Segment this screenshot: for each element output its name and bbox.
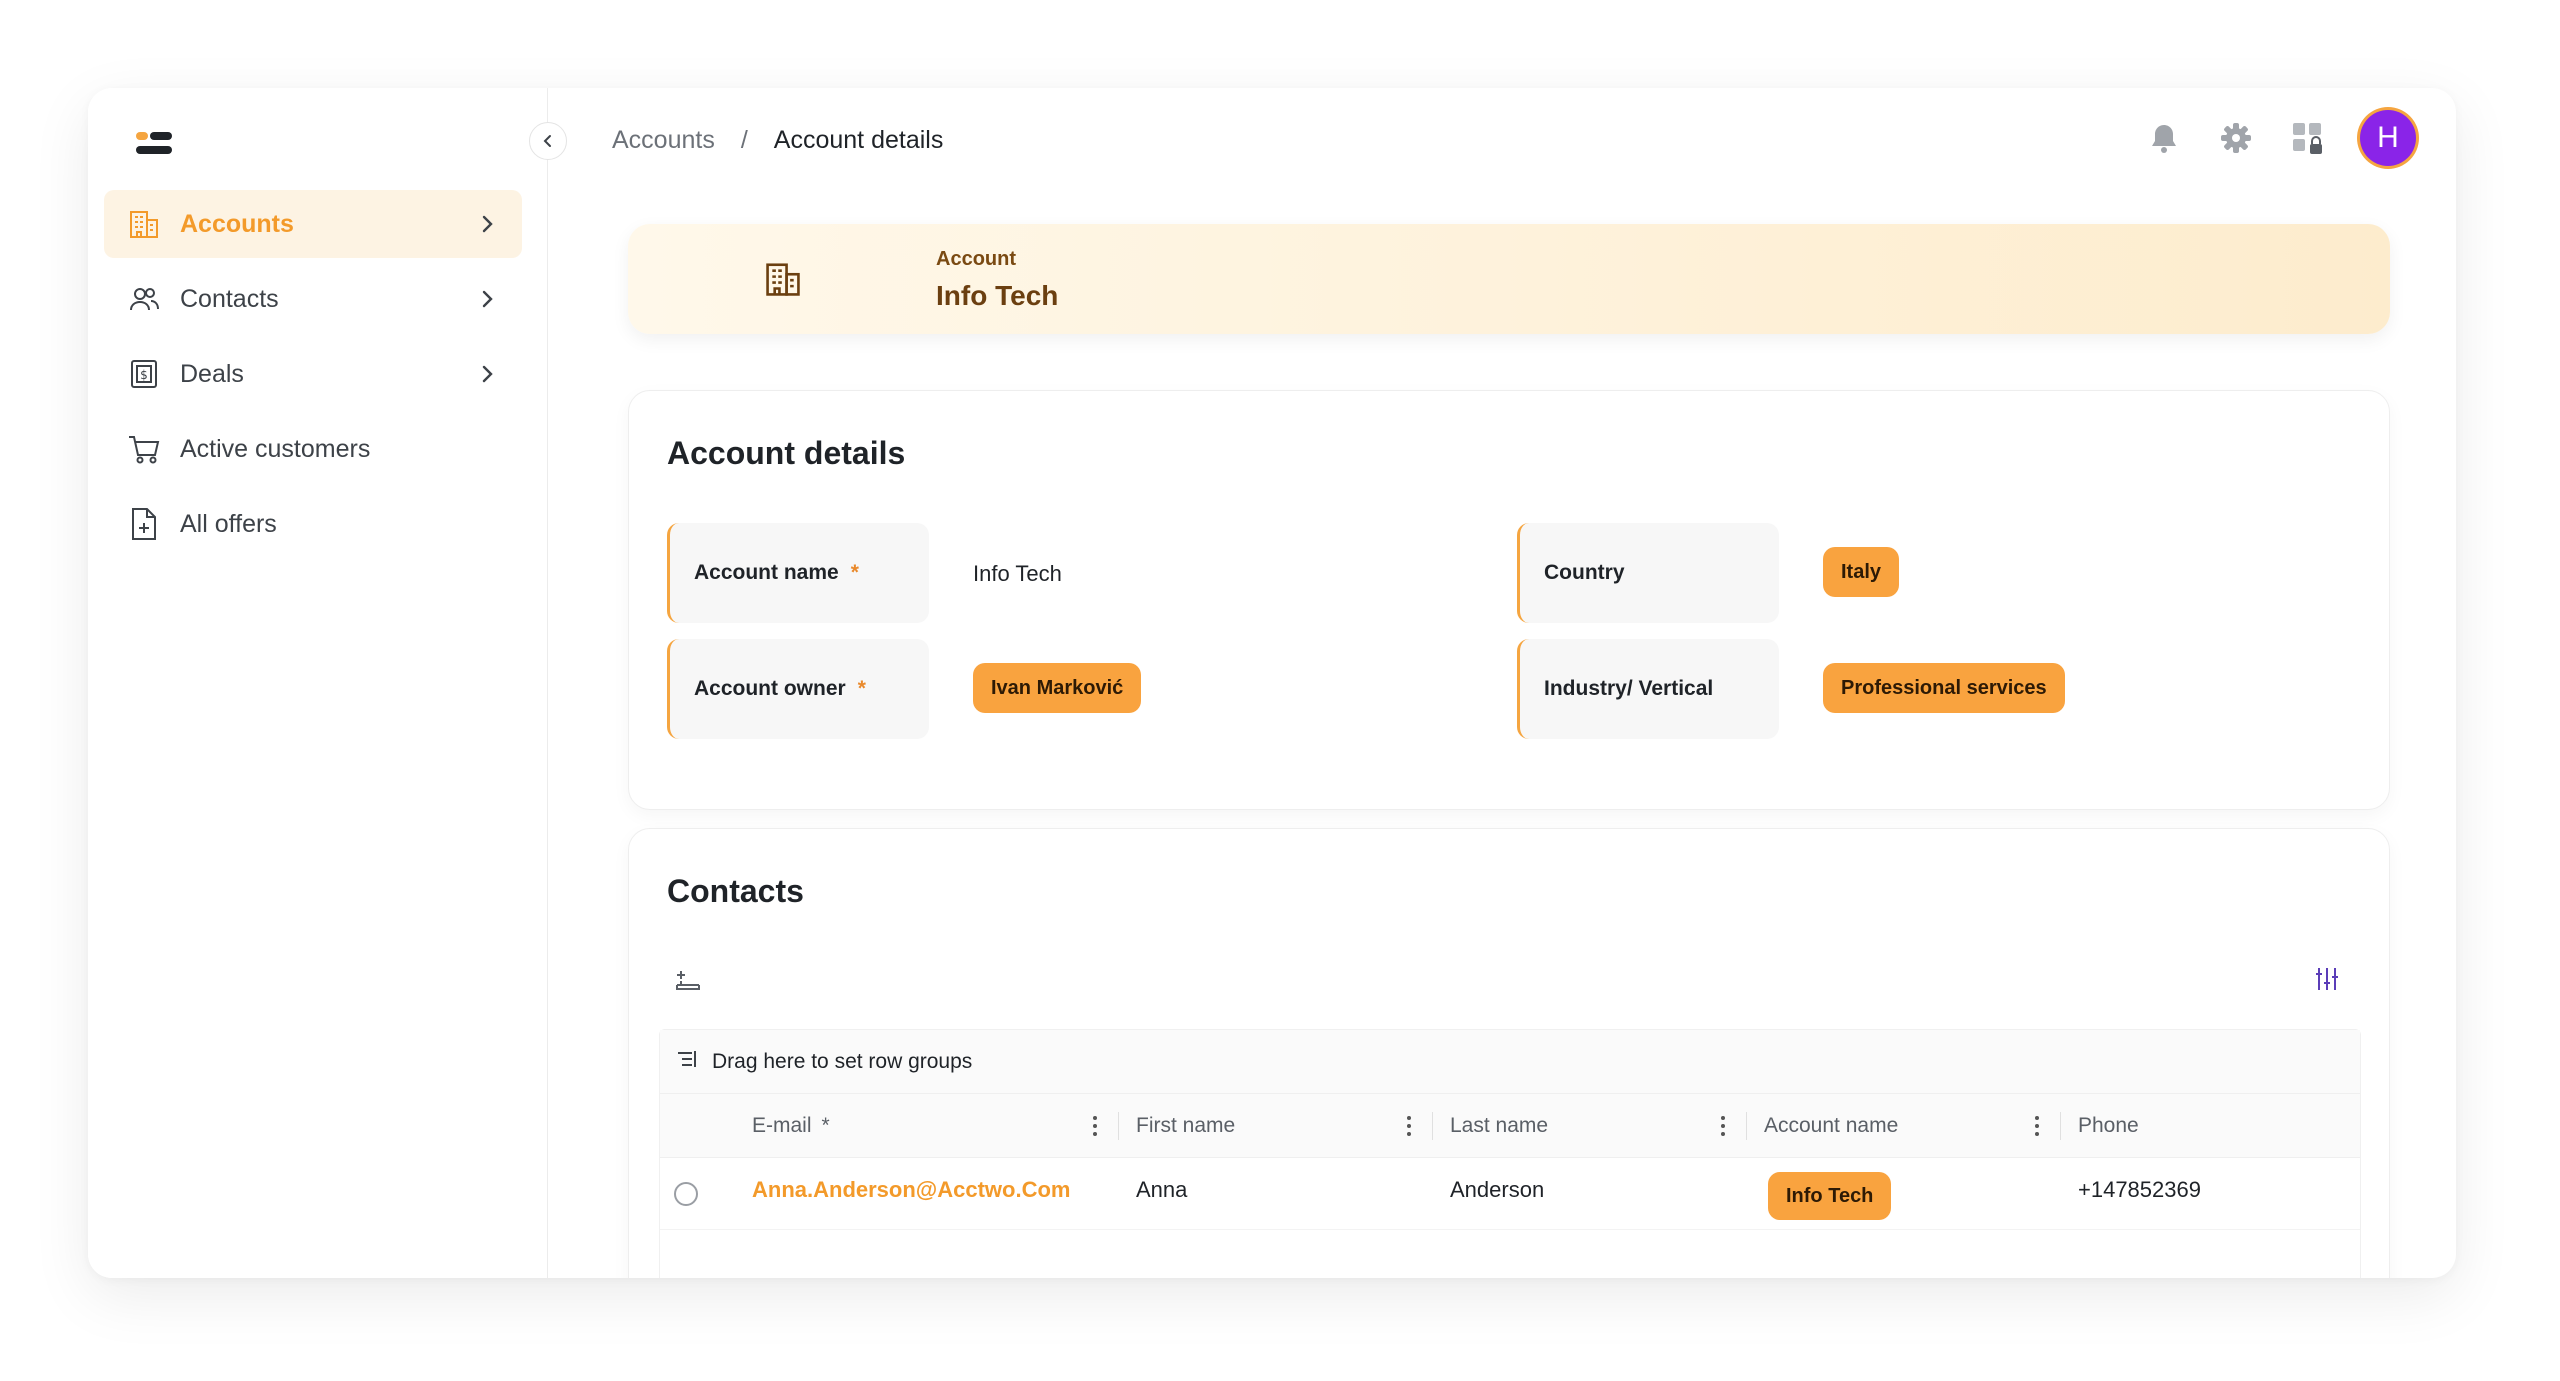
- app-logo[interactable]: [136, 132, 176, 160]
- account-owner-chip[interactable]: Ivan Marković: [973, 663, 1142, 713]
- chevron-right-icon: [476, 287, 500, 311]
- contacts-title: Contacts: [667, 873, 804, 909]
- sidebar-item-label: Contacts: [180, 284, 279, 313]
- topbar-actions: H: [2144, 110, 2416, 166]
- breadcrumb-current: Account details: [773, 126, 944, 154]
- contact-last-name: Anderson: [1450, 1177, 1545, 1202]
- sidebar: Accounts Contacts $ Deals Active custome…: [88, 88, 548, 1278]
- contacts-card: Contacts Drag here to set row groups E-m…: [628, 828, 2390, 1278]
- country-chip[interactable]: Italy: [1823, 547, 1900, 597]
- account-name-label: Account name *: [667, 523, 929, 623]
- column-settings-icon[interactable]: [2313, 965, 2341, 998]
- column-menu-icon[interactable]: [1092, 1116, 1098, 1138]
- banner-title: Info Tech: [936, 280, 1059, 311]
- chevron-right-icon: [476, 362, 500, 386]
- users-icon: [126, 281, 162, 317]
- app-window: Accounts Contacts $ Deals Active custome…: [88, 88, 2456, 1278]
- account-details-card: Account details Account name * Info Tech …: [628, 390, 2390, 810]
- sidebar-item-deals[interactable]: $ Deals: [104, 340, 522, 408]
- row-group-icon: [676, 1049, 698, 1075]
- country-label: Country: [1517, 523, 1779, 623]
- sidebar-item-all-offers[interactable]: All offers: [104, 490, 522, 558]
- column-header-last-name[interactable]: Last name: [1450, 1094, 1548, 1158]
- sidebar-nav: Accounts Contacts $ Deals Active custome…: [104, 190, 522, 565]
- sidebar-item-label: Accounts: [180, 209, 294, 238]
- column-menu-icon[interactable]: [2034, 1116, 2040, 1138]
- bell-icon[interactable]: [2144, 118, 2184, 158]
- account-details-title: Account details: [667, 435, 906, 471]
- sidebar-item-active-customers[interactable]: Active customers: [104, 415, 522, 483]
- breadcrumb: Accounts / Account details: [612, 126, 943, 155]
- column-menu-icon[interactable]: [1406, 1116, 1412, 1138]
- add-row-icon[interactable]: [673, 967, 703, 998]
- row-group-hint: Drag here to set row groups: [712, 1049, 973, 1073]
- grid-header-row: E-mail * First name Last name Account nam…: [660, 1094, 2360, 1158]
- sidebar-item-label: Deals: [180, 359, 244, 388]
- account-owner-label: Account owner *: [667, 639, 929, 739]
- contact-phone: +147852369: [2078, 1177, 2201, 1202]
- gear-icon[interactable]: [2216, 118, 2256, 158]
- column-header-first-name[interactable]: First name: [1136, 1094, 1235, 1158]
- building-icon: [764, 260, 802, 303]
- industry-label: Industry/ Vertical: [1517, 639, 1779, 739]
- industry-chip[interactable]: Professional services: [1823, 663, 2065, 713]
- apps-lock-icon[interactable]: [2288, 118, 2328, 158]
- contact-first-name: Anna: [1136, 1177, 1188, 1202]
- svg-text:$: $: [140, 368, 148, 382]
- chevron-left-icon: [543, 135, 551, 147]
- cart-icon: [126, 431, 162, 467]
- table-row[interactable]: Anna.Anderson@Acctwo.Com Anna Anderson I…: [660, 1158, 2360, 1230]
- building-icon: [126, 206, 162, 242]
- column-header-account-name[interactable]: Account name: [1764, 1094, 1898, 1158]
- breadcrumb-accounts-link[interactable]: Accounts: [612, 126, 715, 155]
- sidebar-item-contacts[interactable]: Contacts: [104, 265, 522, 333]
- sidebar-item-accounts[interactable]: Accounts: [104, 190, 522, 258]
- collapse-sidebar-button[interactable]: [529, 122, 567, 160]
- banner-kicker: Account: [936, 248, 1016, 270]
- column-header-email[interactable]: E-mail *: [752, 1094, 830, 1158]
- breadcrumb-separator: /: [740, 126, 748, 154]
- contacts-grid: Drag here to set row groups E-mail * Firs…: [659, 1029, 2361, 1278]
- avatar[interactable]: H: [2360, 110, 2416, 166]
- chevron-right-icon: [476, 212, 500, 236]
- file-plus-icon: [126, 506, 162, 542]
- sidebar-item-label: All offers: [180, 509, 277, 538]
- account-banner: Account Info Tech: [628, 224, 2390, 334]
- contact-email-link[interactable]: Anna.Anderson@Acctwo.Com: [752, 1158, 1070, 1222]
- dollar-doc-icon: $: [126, 356, 162, 392]
- contact-account-chip[interactable]: Info Tech: [1768, 1172, 1892, 1220]
- row-group-panel[interactable]: Drag here to set row groups: [660, 1030, 2360, 1094]
- column-menu-icon[interactable]: [1720, 1116, 1726, 1138]
- sidebar-item-label: Active customers: [180, 434, 371, 463]
- account-name-value: Info Tech: [973, 561, 1062, 586]
- column-header-phone[interactable]: Phone: [2078, 1094, 2139, 1158]
- row-select-radio[interactable]: [674, 1182, 698, 1206]
